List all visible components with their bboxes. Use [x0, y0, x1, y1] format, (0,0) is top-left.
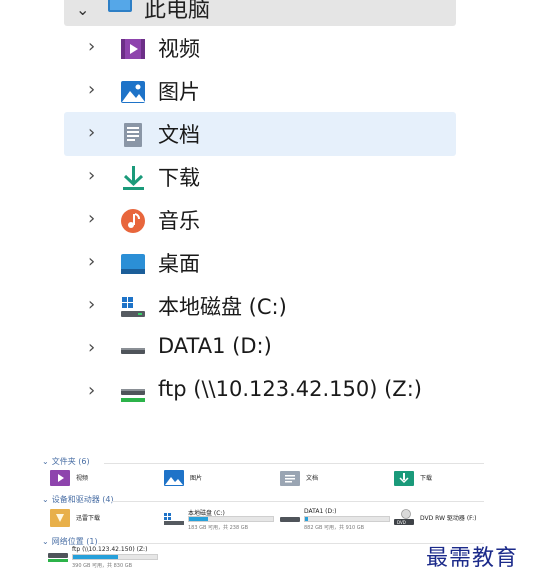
- tree-item-pictures[interactable]: › 图片: [64, 69, 456, 113]
- tree-root-label: 此电脑: [144, 0, 211, 23]
- chevron-right-icon[interactable]: ›: [88, 165, 95, 186]
- drive-usage-bar: [304, 516, 390, 522]
- tree-item-label: 下载: [158, 166, 200, 190]
- windows-drive-icon: [121, 297, 145, 317]
- document-icon: [124, 123, 142, 147]
- chevron-right-icon[interactable]: ›: [88, 79, 95, 100]
- picture-icon: [164, 470, 184, 486]
- tree-item-drive-d[interactable]: › DATA1 (D:): [64, 327, 456, 371]
- folder-icon: [50, 509, 70, 527]
- drive-usage-bar: [72, 554, 158, 560]
- tree-item-label: 本地磁盘 (C:): [158, 295, 287, 319]
- chevron-down-icon[interactable]: ⌄: [76, 0, 89, 19]
- tree-item-documents[interactable]: › 文档: [64, 112, 456, 156]
- svg-text:DVD: DVD: [397, 520, 406, 525]
- chevron-right-icon[interactable]: ›: [88, 294, 95, 315]
- picture-icon: [121, 81, 145, 103]
- navigation-tree: ⌄ 此电脑 › 视频 › 图片 › 文档 › 下载 › 音乐 › 桌面 › 本地…: [0, 0, 548, 430]
- tree-item-label: 文档: [158, 123, 200, 147]
- tree-item-desktop[interactable]: › 桌面: [64, 241, 456, 285]
- drive-icon: [121, 348, 145, 354]
- tree-item-music[interactable]: › 音乐: [64, 198, 456, 242]
- computer-icon: [108, 0, 132, 12]
- tree-root-this-pc[interactable]: ⌄ 此电脑: [64, 0, 456, 26]
- download-icon: [123, 166, 144, 190]
- device-dvd-drive-f[interactable]: DVD DVD RW 驱动器 (F:): [394, 508, 486, 530]
- drive-usage-bar: [188, 516, 274, 522]
- device-xunlei-download[interactable]: 迅雷下载: [50, 508, 160, 530]
- tree-item-label: DATA1 (D:): [158, 334, 272, 358]
- tree-item-label: 图片: [158, 80, 200, 104]
- tree-item-videos[interactable]: › 视频: [64, 26, 456, 70]
- network-drive-icon: [48, 553, 68, 562]
- this-pc-content-pane: ⌄ 文件夹 (6) 视频 图片 文档 下载 ⌄ 设备和驱动器 (4) 迅雷下载 本地…: [40, 452, 486, 582]
- chevron-down-icon: ⌄: [42, 537, 49, 546]
- folder-downloads[interactable]: 下载: [394, 468, 484, 490]
- chevron-right-icon[interactable]: ›: [88, 337, 95, 358]
- tree-item-downloads[interactable]: › 下载: [64, 155, 456, 199]
- chevron-right-icon[interactable]: ›: [88, 122, 95, 143]
- divider: [112, 501, 484, 502]
- music-icon: [121, 209, 145, 233]
- chevron-down-icon: ⌄: [42, 495, 49, 504]
- tree-item-label: 音乐: [158, 209, 200, 233]
- section-header-devices[interactable]: ⌄ 设备和驱动器 (4): [42, 494, 114, 505]
- chevron-right-icon[interactable]: ›: [88, 208, 95, 229]
- tree-item-network-drive-z[interactable]: › ftp (\\10.123.42.150) (Z:): [64, 370, 456, 414]
- folder-pictures[interactable]: 图片: [164, 468, 274, 490]
- device-drive-c[interactable]: 本地磁盘 (C:) 183 GB 可用，共 238 GB: [164, 508, 276, 534]
- tree-item-label: 桌面: [158, 252, 200, 276]
- network-drive-icon: [121, 389, 145, 402]
- chevron-right-icon[interactable]: ›: [88, 36, 95, 57]
- dvd-drive-icon: DVD: [394, 509, 414, 525]
- tree-item-drive-c[interactable]: › 本地磁盘 (C:): [64, 284, 456, 328]
- windows-drive-icon: [164, 513, 184, 525]
- folder-documents[interactable]: 文档: [280, 468, 390, 490]
- tree-item-label: ftp (\\10.123.42.150) (Z:): [158, 377, 422, 401]
- desktop-icon: [121, 254, 145, 274]
- watermark-text: 最需教育: [426, 546, 519, 571]
- document-icon: [280, 471, 300, 486]
- section-header-folders[interactable]: ⌄ 文件夹 (6): [42, 456, 90, 467]
- tree-item-label: 视频: [158, 37, 200, 61]
- device-drive-d[interactable]: DATA1 (D:) 882 GB 可用，共 910 GB: [280, 508, 392, 534]
- video-icon: [121, 39, 145, 59]
- network-drive-z[interactable]: ftp (\\10.123.42.150) (Z:) 390 GB 可用，共 8…: [48, 546, 160, 572]
- divider: [104, 463, 484, 464]
- chevron-down-icon: ⌄: [42, 457, 49, 466]
- chevron-right-icon[interactable]: ›: [88, 380, 95, 401]
- folder-videos[interactable]: 视频: [50, 468, 160, 490]
- download-icon: [394, 471, 414, 486]
- drive-icon: [280, 517, 300, 522]
- video-icon: [50, 470, 70, 486]
- chevron-right-icon[interactable]: ›: [88, 251, 95, 272]
